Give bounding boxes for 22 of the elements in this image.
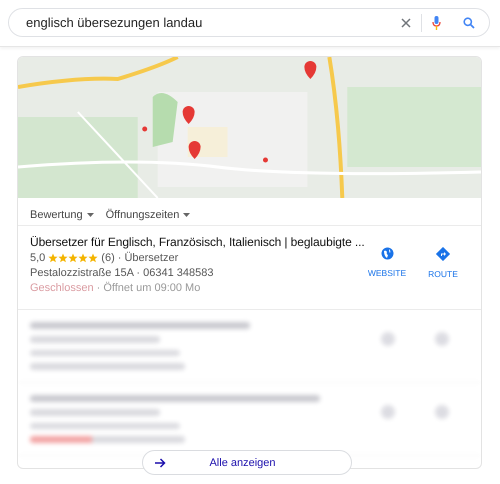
- website-button[interactable]: WEBSITE: [363, 247, 411, 309]
- filter-dropdown[interactable]: Öffnungszeiten: [106, 208, 190, 222]
- microphone-icon[interactable]: [432, 16, 441, 30]
- caret-icon: [86, 213, 94, 217]
- filter-dropdown[interactable]: Bewertung: [30, 208, 94, 222]
- review-count: (6): [101, 252, 115, 264]
- rating-value: 5,0: [30, 252, 46, 264]
- result-title[interactable]: Übersetzer für Englisch, Französisch, Italienisch | beglaubigte ...: [30, 235, 363, 249]
- status-label: Geschlossen: [30, 282, 94, 294]
- arrow-icon: [155, 458, 166, 468]
- close-icon[interactable]: [401, 18, 411, 28]
- category-label: · Übersetzer: [118, 252, 178, 264]
- search-input[interactable]: englisch übersezungen landau: [26, 15, 401, 30]
- show-all-button[interactable]: Alle anzeigen: [142, 450, 352, 475]
- address-phone: Pestalozzistraße 15A · 06341 348583: [30, 267, 214, 279]
- hours-label: · Öffnet um 09:00 Mo: [96, 282, 200, 294]
- globe-icon: [380, 247, 394, 260]
- caret-icon: [183, 213, 190, 217]
- route-button[interactable]: ROUTE: [419, 247, 467, 309]
- directions-icon: [436, 247, 450, 261]
- search-icon[interactable]: [463, 16, 475, 28]
- search-field[interactable]: englisch übersezungen landau: [8, 8, 490, 37]
